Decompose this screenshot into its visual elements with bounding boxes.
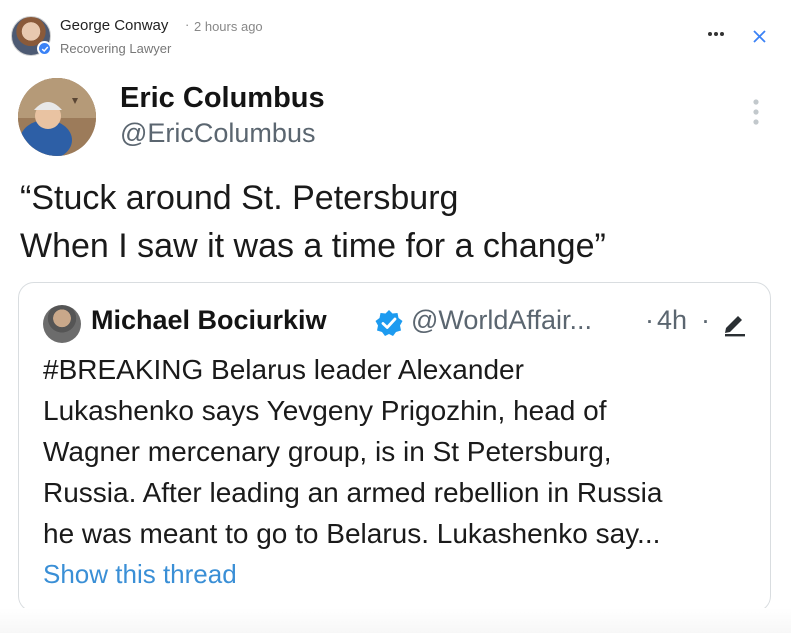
close-icon xyxy=(752,29,766,43)
quoted-text-line: Lukashenko says Yevgeny Prigozhin, head … xyxy=(43,395,607,426)
quoted-author-name: Michael Bociurkiw xyxy=(91,305,327,335)
tweet-menu-icon xyxy=(746,98,766,126)
more-horizontal-icon xyxy=(708,32,724,36)
quoted-text-line: Wagner mercenary group, is in St Petersb… xyxy=(43,436,612,467)
quoted-tweet-card: Michael Bociurkiw @WorldAffair... · 4h ·… xyxy=(18,282,771,612)
post-timestamp[interactable]: 2 hours ago xyxy=(194,19,263,34)
quoted-tweet-time: 4h xyxy=(657,305,688,335)
quoted-text-line: #BREAKING Belarus leader Alexander xyxy=(43,354,524,385)
verified-badge-icon xyxy=(37,41,52,56)
tweet-author-name: Eric Columbus xyxy=(120,82,325,114)
author-subtitle: Recovering Lawyer xyxy=(60,41,172,56)
post-bottom-edge xyxy=(0,608,791,633)
separator-dot: · xyxy=(185,17,190,32)
edit-pen-icon xyxy=(721,313,749,337)
tweet-author-handle: @EricColumbus xyxy=(120,118,316,148)
separator-dot: · xyxy=(645,305,654,335)
close-button[interactable] xyxy=(748,26,770,46)
author-name[interactable]: George Conway xyxy=(60,17,168,34)
separator-dot: · xyxy=(701,305,710,335)
tweet-author-avatar xyxy=(18,78,96,156)
quoted-author-avatar xyxy=(43,305,81,343)
verified-check-icon xyxy=(375,309,403,337)
quoted-tweet-text: #BREAKING Belarus leader Alexander Lukas… xyxy=(43,349,758,554)
more-options-button[interactable] xyxy=(704,24,728,44)
tweet-screenshot: Eric Columbus @EricColumbus “Stuck aroun… xyxy=(0,70,791,633)
tweet-text: “Stuck around St. Petersburg When I saw … xyxy=(20,174,760,270)
quoted-text-line: he was meant to go to Belarus. Lukashenk… xyxy=(43,518,661,549)
tweet-text-line: “Stuck around St. Petersburg xyxy=(20,179,459,217)
post-header: George Conway · 2 hours ago Recovering L… xyxy=(0,0,791,70)
show-thread-link[interactable]: Show this thread xyxy=(43,559,237,590)
quoted-text-line: Russia. After leading an armed rebellion… xyxy=(43,477,663,508)
tweet-text-line: When I saw it was a time for a change” xyxy=(20,227,606,265)
quoted-author-handle: @WorldAffair... xyxy=(411,305,592,335)
